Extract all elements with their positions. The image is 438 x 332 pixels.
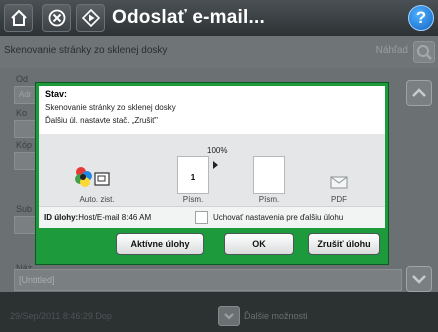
chevron-up-icon xyxy=(412,88,426,97)
sub-header-text: Skenovanie stránky zo sklenej dosky xyxy=(4,45,168,56)
active-jobs-button[interactable]: Aktívne úlohy xyxy=(116,233,204,255)
status-panel: Stav: Skenovanie stránky zo sklenej dosk… xyxy=(39,86,385,134)
magnifier-icon xyxy=(417,45,432,60)
filename-field[interactable]: [Untitled] xyxy=(14,269,402,291)
preview-button[interactable] xyxy=(413,41,435,63)
home-icon xyxy=(11,9,27,26)
title-bar: Odoslať e-mail... ? xyxy=(0,0,438,36)
output-format-label: PDF xyxy=(331,195,347,204)
page-number: 1 xyxy=(190,173,196,182)
arrow-right-icon xyxy=(213,161,218,169)
job-id: ID úlohy:Host/E-mail 8:46 AM xyxy=(44,213,151,222)
page-title: Odoslať e-mail... xyxy=(112,7,265,28)
chevron-down-icon xyxy=(412,275,426,284)
source-label: Auto. zist. xyxy=(79,195,115,204)
progress-panel: 100% Auto. zist. 1 Písm. Písm. PDF xyxy=(39,134,385,206)
from-field[interactable]: Adr xyxy=(14,86,36,104)
page-label-2: Písm. xyxy=(258,195,280,204)
envelope-icon xyxy=(330,176,348,189)
stop-button[interactable] xyxy=(42,4,71,32)
copy-field[interactable] xyxy=(14,152,36,170)
footer-bar: 29/Sep/2011 8:46:29 Dop Ďalšie možnosti xyxy=(0,300,438,332)
keep-settings-checkbox[interactable] xyxy=(195,211,208,224)
scroll-down-button[interactable] xyxy=(406,266,432,292)
ok-button[interactable]: OK xyxy=(224,233,294,255)
start-button[interactable] xyxy=(76,4,105,32)
to-field[interactable] xyxy=(14,120,36,138)
keep-settings-label: Uchovať nastavenia pre ďalšiu úlohu xyxy=(213,213,344,222)
copy-label: Kóp xyxy=(16,140,33,150)
from-field-value: Adr xyxy=(19,90,32,99)
subject-label: Sub xyxy=(16,204,33,214)
timestamp: 29/Sep/2011 8:46:29 Dop xyxy=(10,311,112,321)
help-button[interactable]: ? xyxy=(408,5,434,31)
job-status-dialog: Stav: Skenovanie stránky zo sklenej dosk… xyxy=(36,83,388,264)
scanned-page: 1 xyxy=(177,156,209,194)
from-label: Od xyxy=(16,74,29,84)
status-line-1: Skenovanie stránky zo sklenej dosky xyxy=(45,103,176,112)
more-options-label: Ďalšie možnosti xyxy=(244,311,308,321)
sub-header: Skenovanie stránky zo sklenej dosky Náhľ… xyxy=(0,36,438,68)
progress-percent: 100% xyxy=(207,146,228,155)
page-label-1: Písm. xyxy=(182,195,204,204)
job-id-value: Host/E-mail 8:46 AM xyxy=(78,213,152,222)
status-line-2: Ďalšiu úl. nastavte stač. „Zrušiť" xyxy=(45,116,158,125)
color-scan-icon xyxy=(75,167,110,187)
cancel-job-button[interactable]: Zrušiť úlohu xyxy=(308,233,380,255)
chevron-down-icon xyxy=(224,313,234,320)
subject-field[interactable] xyxy=(14,216,36,234)
home-button[interactable] xyxy=(4,4,33,32)
dialog-button-bar: Aktívne úlohy OK Zrušiť úlohu xyxy=(39,228,385,261)
job-id-row: ID úlohy:Host/E-mail 8:46 AM Uchovať nas… xyxy=(39,206,385,228)
job-id-label: ID úlohy: xyxy=(44,213,79,222)
preview-label: Náhľad xyxy=(375,45,408,56)
to-label: Ko xyxy=(16,108,28,118)
next-page xyxy=(253,156,285,194)
more-options-chevron xyxy=(218,306,240,326)
status-title: Stav: xyxy=(45,89,68,99)
stop-icon xyxy=(48,9,66,27)
start-icon xyxy=(81,8,101,28)
scroll-up-button[interactable] xyxy=(406,80,432,106)
